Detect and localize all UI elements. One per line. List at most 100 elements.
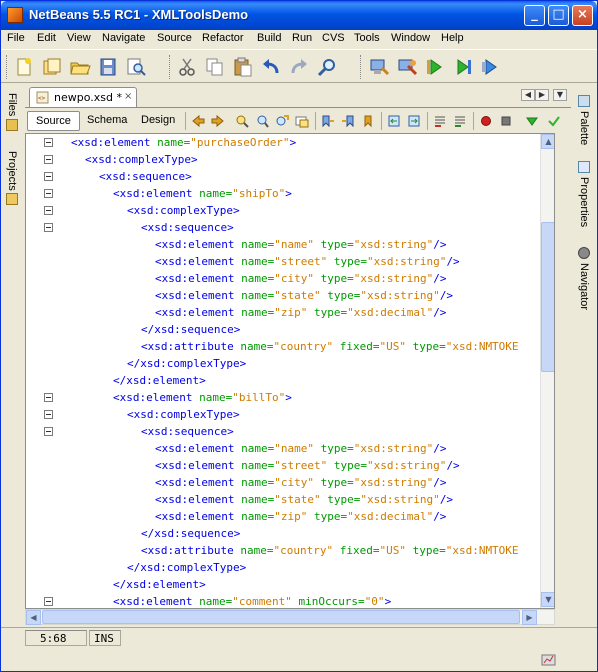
projects-tab[interactable]: Projects xyxy=(6,151,18,191)
menu-help[interactable]: Help xyxy=(441,32,464,44)
minimize-button[interactable]: _ xyxy=(524,5,545,26)
navigator-tab[interactable]: Navigator xyxy=(578,263,590,310)
menu-source[interactable]: Source xyxy=(157,32,192,44)
code-line: <xsd:element name="shipTo"> xyxy=(113,185,554,202)
open-project-icon[interactable] xyxy=(69,56,91,78)
comment-icon[interactable] xyxy=(433,114,447,128)
code-line: <xsd:element name="purchaseOrder"> xyxy=(71,134,554,151)
code-token: /> xyxy=(433,442,447,455)
fold-toggle-icon[interactable] xyxy=(44,138,53,147)
palette-tab[interactable]: Palette xyxy=(578,111,590,145)
forward-icon[interactable] xyxy=(211,114,225,128)
menu-window[interactable]: Window xyxy=(391,32,430,44)
scroll-right-icon[interactable]: ▶ xyxy=(522,610,537,625)
code-token: name= xyxy=(241,442,275,455)
uncomment-icon[interactable] xyxy=(453,114,467,128)
fold-toggle-icon[interactable] xyxy=(44,223,53,232)
back-icon[interactable] xyxy=(191,114,205,128)
menu-navigate[interactable]: Navigate xyxy=(102,32,145,44)
scroll-down-icon[interactable]: ▼ xyxy=(541,592,554,607)
source-view-button[interactable]: Source xyxy=(27,111,80,131)
code-token: "street" xyxy=(274,255,328,268)
code-token: type= xyxy=(320,442,354,455)
run-icon[interactable] xyxy=(424,56,446,78)
fold-toggle-icon[interactable] xyxy=(44,155,53,164)
code-token: name= xyxy=(241,255,275,268)
fold-toggle-icon[interactable] xyxy=(44,410,53,419)
toolbar-grip[interactable] xyxy=(360,55,363,79)
menu-file[interactable]: File xyxy=(7,32,25,44)
find-icon[interactable] xyxy=(316,56,338,78)
menu-refactor[interactable]: Refactor xyxy=(202,32,244,44)
validate-xml-icon[interactable] xyxy=(525,114,539,128)
paste-icon[interactable] xyxy=(232,56,254,78)
debug-icon[interactable] xyxy=(452,56,474,78)
build-icon[interactable] xyxy=(368,56,390,78)
fold-toggle-icon[interactable] xyxy=(44,597,53,606)
fold-toggle-icon[interactable] xyxy=(44,172,53,181)
code-token: type= xyxy=(333,459,367,472)
code-editor[interactable]: <xsd:element name="purchaseOrder"> <xsd:c… xyxy=(25,133,555,609)
scroll-tabs-left-icon[interactable]: ◀ xyxy=(521,89,535,101)
code-token: </xsd:sequence> xyxy=(141,527,241,540)
fold-toggle-icon[interactable] xyxy=(44,393,53,402)
fold-toggle-icon[interactable] xyxy=(44,427,53,436)
horizontal-scrollbar[interactable]: ◀ ▶ xyxy=(25,609,555,625)
find-selection-icon[interactable] xyxy=(235,114,249,128)
vertical-scrollbar[interactable]: ▲ ▼ xyxy=(540,134,554,608)
close-button[interactable]: × xyxy=(572,5,593,26)
menu-tools[interactable]: Tools xyxy=(354,32,380,44)
toolbar-grip[interactable] xyxy=(169,55,172,79)
menu-view[interactable]: View xyxy=(67,32,91,44)
title-bar[interactable]: NetBeans 5.5 RC1 - XMLToolsDemo _ □ × xyxy=(1,1,597,30)
find-previous-icon[interactable] xyxy=(255,114,269,128)
separator xyxy=(315,112,316,130)
fold-toggle-icon[interactable] xyxy=(44,189,53,198)
clean-build-icon[interactable] xyxy=(396,56,418,78)
previous-bookmark-icon[interactable] xyxy=(321,114,335,128)
profile-icon[interactable] xyxy=(480,56,502,78)
design-view-button[interactable]: Design xyxy=(133,111,183,131)
horizontal-scroll-thumb[interactable] xyxy=(42,610,520,624)
scroll-tabs-right-icon[interactable]: ▶ xyxy=(535,89,549,101)
code-line: <xsd:attribute name="country" fixed="US"… xyxy=(141,542,554,559)
fold-toggle-icon[interactable] xyxy=(44,206,53,215)
editor-gutter xyxy=(26,134,58,608)
redo-icon[interactable] xyxy=(288,56,310,78)
menu-build[interactable]: Build xyxy=(257,32,281,44)
copy-icon[interactable] xyxy=(204,56,226,78)
menu-run[interactable]: Run xyxy=(292,32,312,44)
maximize-button[interactable]: □ xyxy=(548,5,569,26)
toolbar-grip[interactable] xyxy=(6,55,9,79)
tab-list-dropdown-icon[interactable]: ▼ xyxy=(553,89,567,101)
schema-view-button[interactable]: Schema xyxy=(79,111,135,131)
close-tab-icon[interactable]: × xyxy=(124,91,132,102)
vertical-scroll-thumb[interactable] xyxy=(541,222,554,372)
shift-right-icon[interactable] xyxy=(407,114,421,128)
scroll-up-icon[interactable]: ▲ xyxy=(541,134,554,149)
search-file-icon[interactable] xyxy=(125,56,147,78)
next-bookmark-icon[interactable] xyxy=(341,114,355,128)
toggle-highlight-icon[interactable] xyxy=(295,114,309,128)
find-next-icon[interactable] xyxy=(275,114,289,128)
files-tab[interactable]: Files xyxy=(6,93,18,116)
footer-bar xyxy=(1,649,597,671)
memory-gauge-icon[interactable] xyxy=(541,653,557,667)
check-xml-icon[interactable] xyxy=(547,114,561,128)
menu-edit[interactable]: Edit xyxy=(37,32,56,44)
save-all-icon[interactable] xyxy=(97,56,119,78)
menu-cvs[interactable]: CVS xyxy=(322,32,345,44)
record-macro-icon[interactable] xyxy=(479,114,493,128)
undo-icon[interactable] xyxy=(260,56,282,78)
properties-tab[interactable]: Properties xyxy=(578,177,590,227)
new-project-icon[interactable] xyxy=(41,56,63,78)
cut-icon[interactable] xyxy=(176,56,198,78)
shift-left-icon[interactable] xyxy=(387,114,401,128)
code-line: </xsd:element> xyxy=(113,372,554,389)
new-file-icon[interactable] xyxy=(13,56,35,78)
scroll-left-icon[interactable]: ◀ xyxy=(26,610,41,625)
stop-macro-icon[interactable] xyxy=(499,114,513,128)
document-tab[interactable]: <> newpo.xsd * × xyxy=(29,87,137,107)
toggle-bookmark-icon[interactable] xyxy=(361,114,375,128)
separator xyxy=(185,112,186,130)
